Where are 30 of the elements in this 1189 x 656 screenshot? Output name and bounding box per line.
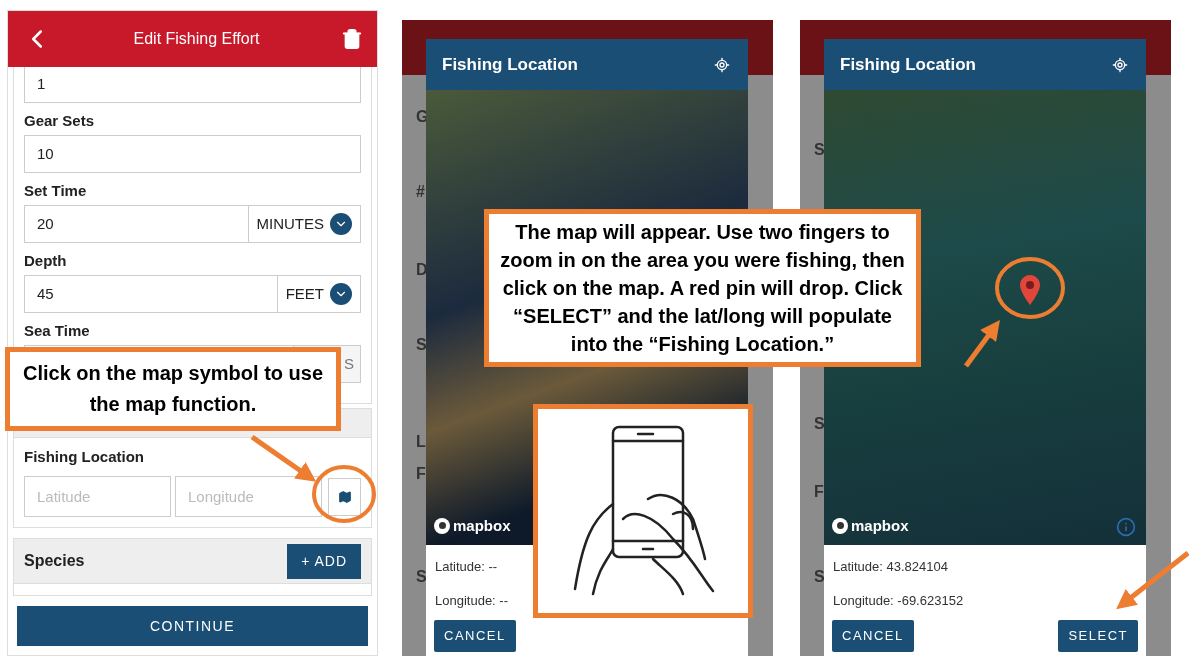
field-value: 10 [36,143,55,164]
background-label: F [814,482,824,502]
field-value: 20 [36,213,55,234]
background-label: S [416,567,427,587]
dialog-title: Fishing Location [840,53,976,76]
field-label: Gear Sets [24,113,95,129]
field-label: Depth [24,253,67,269]
dialog-title: Fishing Location [442,53,578,76]
longitude-text: Longitude: -- [435,591,509,610]
background-label: L [416,432,426,452]
field-value: 1 [36,74,47,95]
background-label: # [416,182,425,202]
latitude-text: Latitude: 43.824104 [833,558,949,576]
attribution-text: mapbox [453,515,511,536]
attribution-text: mapbox [851,515,909,536]
longitude-text: Longitude: -69.623152 [833,591,965,610]
field-value: 45 [36,283,55,304]
callout-tooltip: Click on the map symbol to use the map function. [5,347,341,431]
section-title: Species [24,551,85,571]
background-label: S [416,335,427,355]
field-label: Sea Time [24,323,90,339]
callout-tooltip: The map will appear. Use two fingers to zoom in on the area you were fishing, then click on the map. A red pin will drop. Click “SELECT” and the lat/long will populate into the “Fishing Location.” [484,209,921,367]
field-label: Set Time [24,183,87,199]
header-title: Edit Fishing Effort [133,29,260,49]
background-label: F [416,464,426,484]
background-label: S [814,414,825,434]
field-label: Fishing Location [24,449,145,465]
background-label: S [814,140,825,160]
latitude-text: Latitude: -- [435,558,499,576]
background-label: S [814,567,825,587]
